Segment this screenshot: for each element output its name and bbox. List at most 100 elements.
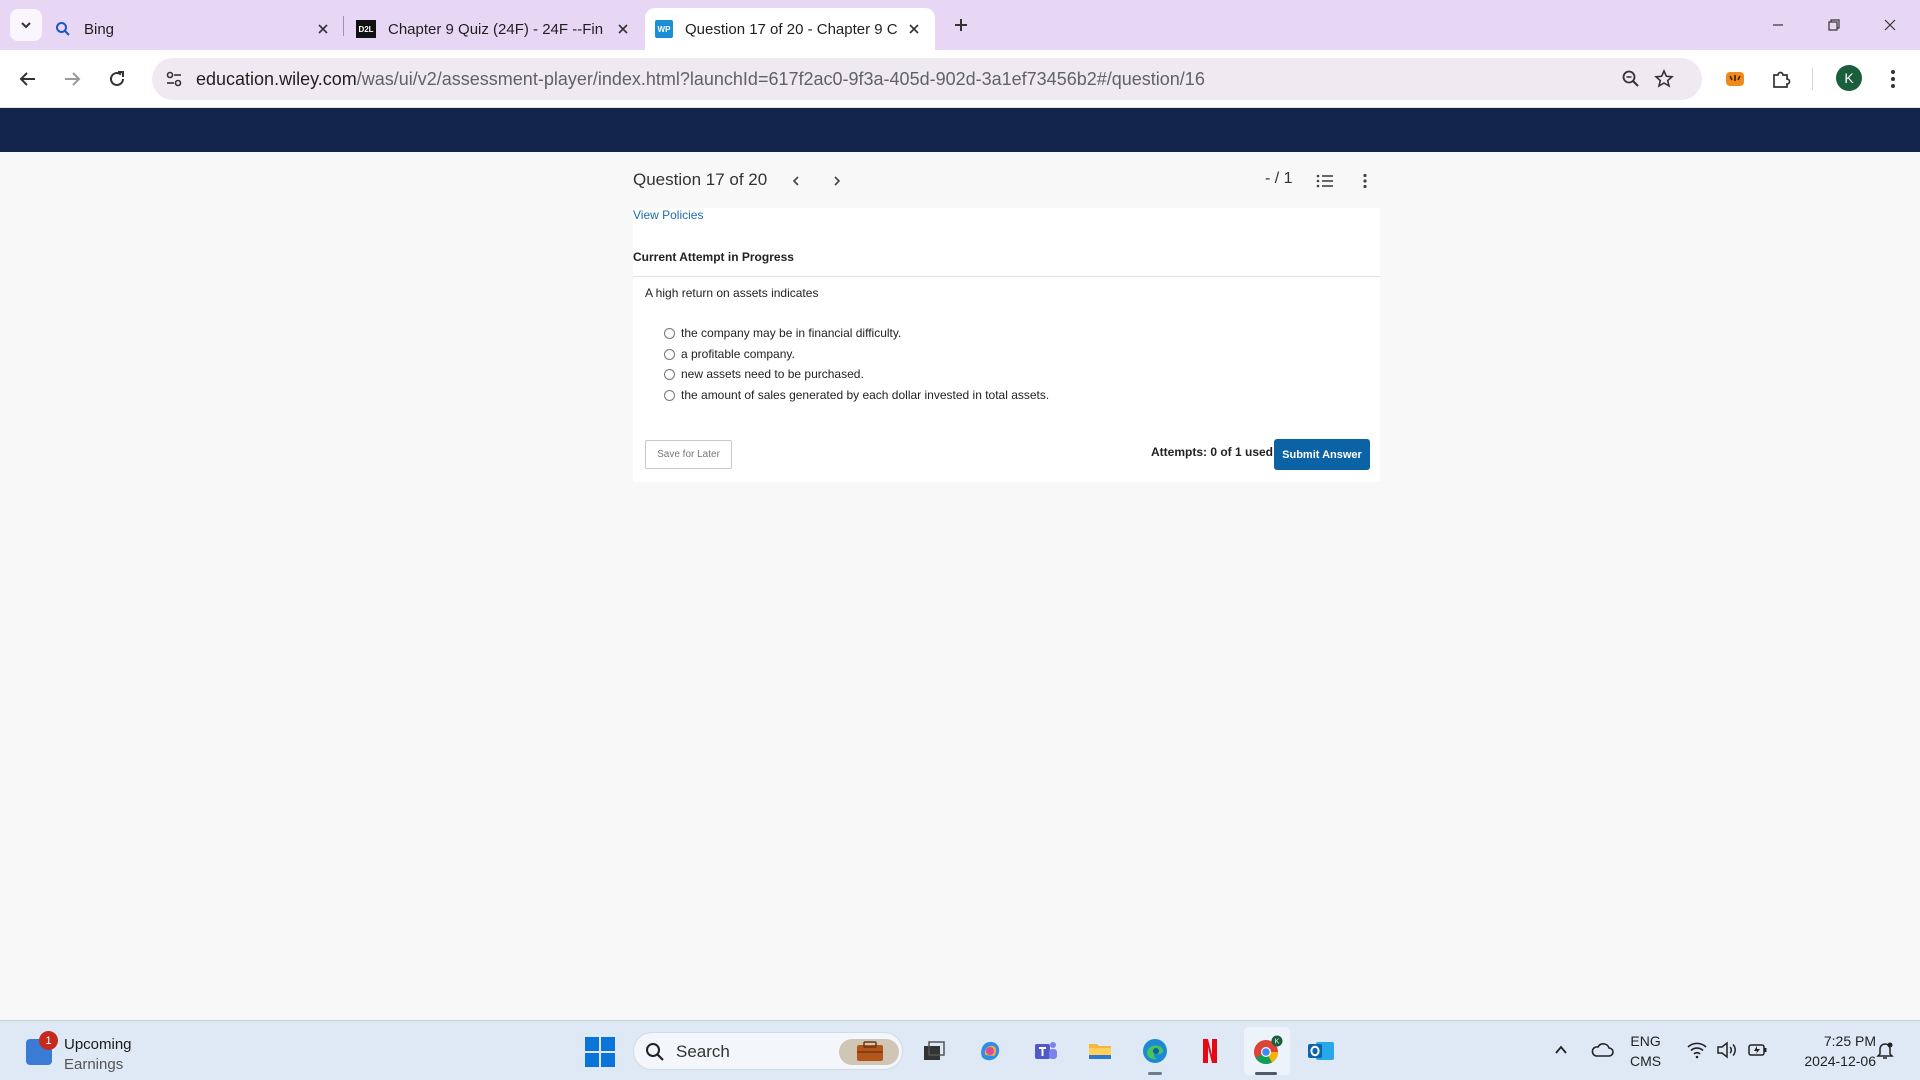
site-settings-icon[interactable]	[160, 65, 188, 93]
forward-button[interactable]	[54, 61, 90, 97]
wifi-icon[interactable]	[1684, 1037, 1710, 1063]
notification-badge: 1	[39, 1031, 58, 1050]
search-icon	[54, 20, 72, 38]
taskbar-search-box[interactable]: Search	[633, 1032, 903, 1070]
copilot-icon[interactable]	[974, 1035, 1006, 1067]
input-language-indicator[interactable]: ENG CMS	[1630, 1031, 1661, 1071]
active-indicator	[1255, 1072, 1277, 1075]
windows-taskbar: 1 Upcoming Earnings Search K ENG CMS 7:2…	[0, 1020, 1920, 1080]
tab-title: Chapter 9 Quiz (24F) - 24F --Fin	[388, 20, 604, 38]
previous-question-button[interactable]	[785, 170, 807, 192]
radio-button[interactable]	[664, 389, 675, 401]
url-path: /was/ui/v2/assessment-player/index.html?…	[356, 69, 1205, 89]
wileyplus-logo-icon: WP	[655, 20, 673, 38]
question-list-icon[interactable]	[1314, 170, 1336, 192]
extension-tiger-icon[interactable]	[1720, 64, 1750, 94]
answer-choice[interactable]: a profitable company.	[664, 345, 795, 363]
widget-subtitle: Earnings	[64, 1056, 124, 1073]
url-text[interactable]: education.wiley.com/was/ui/v2/assessment…	[196, 69, 1205, 90]
tab-wiley-question[interactable]: WP Question 17 of 20 - Chapter 9 C	[645, 8, 935, 50]
file-explorer-icon[interactable]	[1084, 1035, 1116, 1067]
radio-button[interactable]	[664, 368, 675, 380]
close-icon	[1884, 19, 1896, 31]
tab-bing[interactable]: Bing	[54, 8, 334, 50]
extensions-puzzle-icon[interactable]	[1766, 64, 1796, 94]
site-header-bar	[0, 108, 1920, 152]
close-window-button[interactable]	[1862, 0, 1918, 50]
outlook-icon[interactable]	[1305, 1035, 1337, 1067]
next-question-button[interactable]	[826, 170, 848, 192]
teams-icon[interactable]	[1029, 1035, 1061, 1067]
chevron-down-icon	[21, 22, 31, 29]
new-tab-button[interactable]	[948, 12, 974, 38]
arrow-left-icon	[19, 72, 35, 86]
divider	[633, 276, 1380, 277]
answer-choice-label: the company may be in financial difficul…	[681, 326, 902, 340]
browser-toolbar: education.wiley.com/was/ui/v2/assessment…	[0, 50, 1920, 108]
answer-choice[interactable]: the company may be in financial difficul…	[664, 324, 901, 342]
search-placeholder: Search	[676, 1042, 730, 1061]
show-hidden-icons-chevron-up-icon[interactable]	[1548, 1037, 1574, 1063]
d2l-logo-icon: D2L	[356, 20, 376, 38]
chrome-browser-icon[interactable]: K	[1251, 1035, 1283, 1067]
running-indicator	[1148, 1072, 1162, 1075]
bookmark-star-icon[interactable]	[1652, 67, 1676, 91]
url-host: education.wiley.com	[196, 69, 357, 89]
notification-bell-icon[interactable]	[1872, 1037, 1898, 1063]
more-options-icon[interactable]	[1354, 170, 1376, 192]
answer-choice[interactable]: new assets need to be purchased.	[664, 365, 864, 383]
reload-icon	[110, 71, 124, 86]
clock-time: 7:25 PM	[1823, 1033, 1876, 1049]
view-policies-link[interactable]: View Policies	[633, 208, 703, 222]
tab-title: Question 17 of 20 - Chapter 9 C	[685, 20, 898, 38]
question-prompt: A high return on assets indicates	[645, 286, 819, 300]
windows-start-icon[interactable]	[585, 1037, 615, 1067]
back-button[interactable]	[10, 61, 46, 97]
profile-avatar[interactable]: K	[1836, 65, 1862, 91]
question-score: - / 1	[1265, 170, 1293, 187]
language-code: ENG	[1630, 1033, 1661, 1049]
chevron-right-icon	[834, 176, 841, 186]
clock-date: 2024-12-06	[1804, 1053, 1876, 1069]
address-bar[interactable]: education.wiley.com/was/ui/v2/assessment…	[152, 58, 1702, 100]
close-icon[interactable]	[903, 18, 925, 40]
tab-strip: Bing D2L Chapter 9 Quiz (24F) - 24F --Fi…	[0, 0, 1920, 50]
chevron-left-icon	[792, 176, 799, 186]
widgets-button[interactable]: 1 Upcoming Earnings	[26, 1031, 186, 1075]
minimize-icon	[1773, 24, 1783, 26]
radio-button[interactable]	[664, 327, 675, 339]
radio-button[interactable]	[664, 348, 675, 360]
reload-button[interactable]	[99, 61, 135, 97]
tab-search-button[interactable]	[10, 9, 42, 41]
tab-d2l-quiz[interactable]: D2L Chapter 9 Quiz (24F) - 24F --Fin	[356, 8, 634, 50]
submit-answer-button[interactable]: Submit Answer	[1274, 439, 1370, 470]
toolbar-divider	[1812, 68, 1813, 90]
task-view-icon[interactable]	[918, 1035, 950, 1067]
battery-charging-icon[interactable]	[1745, 1037, 1771, 1063]
answer-choice-label: new assets need to be purchased.	[681, 367, 864, 381]
restore-icon	[1828, 19, 1840, 31]
zoom-icon[interactable]	[1619, 67, 1643, 91]
netflix-icon[interactable]	[1194, 1035, 1226, 1067]
question-nav-bar: Question 17 of 20 - / 1	[633, 160, 1380, 200]
search-highlight-image	[839, 1039, 899, 1065]
plus-icon	[955, 19, 967, 31]
save-for-later-button[interactable]: Save for Later	[645, 440, 732, 469]
input-method: CMS	[1630, 1053, 1662, 1069]
edge-browser-icon[interactable]	[1139, 1035, 1171, 1067]
tab-separator	[343, 16, 344, 36]
system-clock[interactable]: 7:25 PM 2024-12-06	[1780, 1031, 1876, 1071]
menu-kebab-icon[interactable]	[1878, 64, 1908, 94]
minimize-button[interactable]	[1750, 0, 1806, 50]
close-icon[interactable]	[612, 18, 634, 40]
attempts-counter: Attempts: 0 of 1 used	[1151, 445, 1274, 459]
close-icon[interactable]	[312, 18, 334, 40]
search-icon	[644, 1041, 666, 1063]
restore-button[interactable]	[1806, 0, 1862, 50]
onedrive-cloud-icon[interactable]	[1589, 1037, 1615, 1063]
volume-icon[interactable]	[1714, 1037, 1740, 1063]
attempt-status-heading: Current Attempt in Progress	[633, 250, 794, 264]
answer-choice[interactable]: the amount of sales generated by each do…	[664, 386, 1049, 404]
answer-choice-label: the amount of sales generated by each do…	[681, 388, 1050, 402]
svg-text:K: K	[1275, 1039, 1280, 1046]
